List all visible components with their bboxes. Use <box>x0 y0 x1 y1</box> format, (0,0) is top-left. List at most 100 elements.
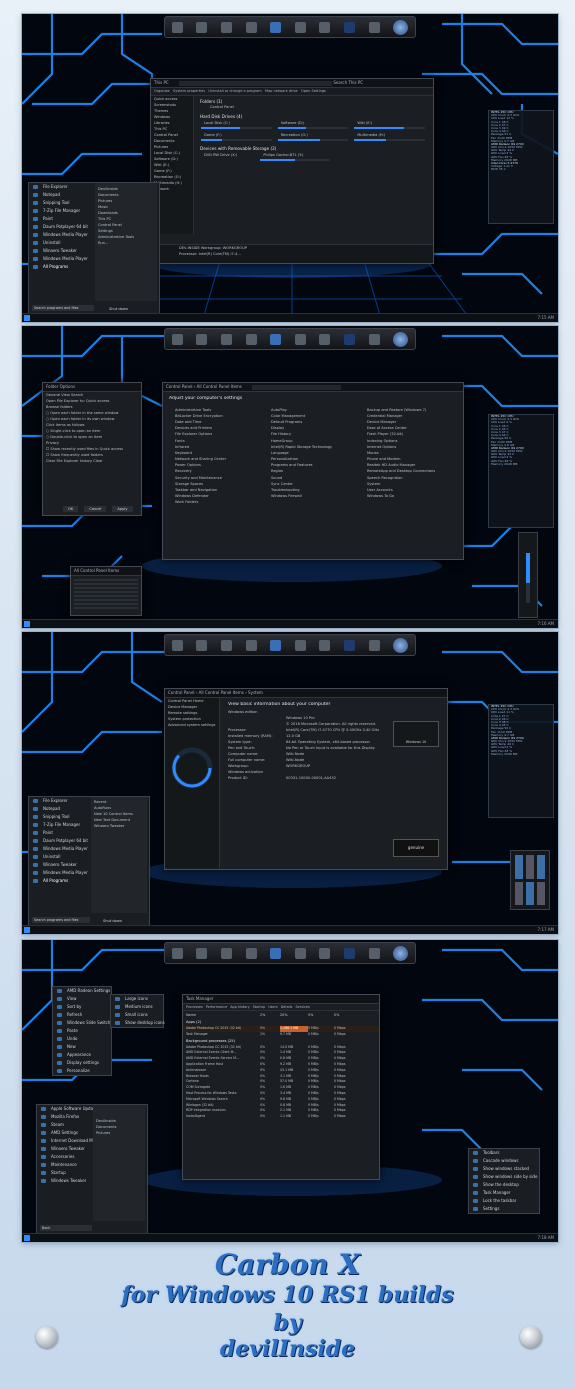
display-icon[interactable] <box>270 333 282 345</box>
program-item[interactable]: Apple Software Update <box>37 1105 97 1113</box>
col-cpu[interactable]: 2% <box>260 1013 280 1017</box>
recent-item[interactable]: New 10 Control Items <box>94 812 144 817</box>
cp-item[interactable]: Region <box>265 469 361 474</box>
start-item[interactable]: Windows Media Player <box>29 869 89 877</box>
context-item[interactable]: AMD Radeon Settings <box>53 987 111 995</box>
toolbar-uninstall[interactable]: Uninstall or change a program <box>208 89 261 93</box>
context-item[interactable]: Paste <box>53 1027 111 1035</box>
taskbar-menu-item[interactable]: Lock the taskbar <box>469 1197 539 1205</box>
shutdown-button[interactable]: Shut down <box>109 307 128 311</box>
start-icon[interactable] <box>24 621 30 627</box>
cp-item[interactable]: Language <box>265 451 361 456</box>
all-programs[interactable]: All Programs <box>29 877 89 885</box>
power-icon[interactable] <box>368 333 380 345</box>
nav-item[interactable]: Software (D:) <box>154 157 190 162</box>
col-network[interactable]: 0% <box>334 1013 360 1017</box>
right-item[interactable]: Settings <box>98 229 154 234</box>
apply-button[interactable]: Apply <box>112 506 133 512</box>
drive-tile[interactable]: Local Disk (C:) <box>201 120 272 130</box>
tray-icon[interactable] <box>515 881 523 905</box>
right-item[interactable]: Documents <box>98 193 154 198</box>
globe-icon[interactable] <box>294 333 306 345</box>
start-search[interactable]: Back <box>40 1225 92 1231</box>
start-item[interactable]: Notepad <box>29 191 93 199</box>
gear-icon[interactable] <box>245 947 257 959</box>
cp-item[interactable]: Devices and Printers <box>169 426 265 431</box>
col-name[interactable]: Name <box>186 1013 260 1017</box>
drive-tile[interactable]: Multimedia (H:) <box>354 132 425 142</box>
radio-option[interactable]: ○ Single-click to open an item <box>46 429 138 434</box>
cp-item[interactable]: Storage Spaces <box>169 482 265 487</box>
user-icon[interactable] <box>196 639 208 651</box>
cp-item[interactable]: Fonts <box>169 439 265 444</box>
right-item[interactable]: Music <box>98 205 154 210</box>
side-link[interactable]: Remote settings <box>168 711 216 716</box>
nav-item[interactable]: This PC <box>154 127 190 132</box>
start-item[interactable]: Snipping Tool <box>29 813 89 821</box>
view-option[interactable]: Medium icons <box>111 1003 163 1011</box>
cp-item[interactable]: System <box>361 482 457 487</box>
inkscape-icon[interactable] <box>319 639 331 651</box>
right-item[interactable]: Pictures <box>96 1131 142 1136</box>
cp-item[interactable]: Phone and Modem <box>361 457 457 462</box>
start-item[interactable]: Windows Media Player <box>29 255 93 263</box>
right-item[interactable]: Documents <box>96 1125 142 1130</box>
start-item[interactable]: 7-Zip File Manager <box>29 821 89 829</box>
cp-item[interactable]: Taskbar and Navigation <box>169 488 265 493</box>
start-item[interactable]: Winaero Tweaker <box>29 247 93 255</box>
cp-item[interactable]: Programs and Features <box>265 463 361 468</box>
user-icon[interactable] <box>196 333 208 345</box>
cp-item[interactable]: User Accounts <box>361 488 457 493</box>
view-option[interactable]: Show desktop icons <box>111 1019 165 1027</box>
start-icon[interactable] <box>24 315 30 321</box>
cp-item[interactable]: Internet Options <box>361 445 457 450</box>
cp-item[interactable]: Date and Time <box>169 420 265 425</box>
context-item[interactable]: Windows Slide Switcher <box>53 1019 115 1027</box>
drive-tile[interactable]: Software (D:) <box>277 120 349 130</box>
taskbar-menu-item[interactable]: Toolbars <box>469 1149 539 1157</box>
tray-icon[interactable] <box>515 855 523 879</box>
start-search[interactable]: Search programs and files <box>32 917 90 923</box>
display-icon[interactable] <box>270 21 282 33</box>
context-item[interactable]: View <box>53 995 111 1003</box>
checkbox-option[interactable]: ☐ Show frequently used folders <box>46 453 138 458</box>
side-link[interactable]: System protection <box>168 717 216 722</box>
program-item[interactable]: Mozilla Firefox <box>37 1113 91 1121</box>
all-programs[interactable]: All Programs <box>29 263 93 271</box>
start-item[interactable]: 7-Zip File Manager <box>29 207 93 215</box>
inkscape-icon[interactable] <box>319 947 331 959</box>
program-item[interactable]: Steam <box>37 1121 91 1129</box>
photoshop-icon[interactable] <box>343 639 355 651</box>
nav-item[interactable]: Recreation (G:) <box>154 175 190 180</box>
photoshop-icon[interactable] <box>343 333 355 345</box>
inkscape-icon[interactable] <box>319 333 331 345</box>
cp-item[interactable]: File History <box>265 432 361 437</box>
cp-item[interactable]: Work Folders <box>169 500 265 505</box>
view-option[interactable]: Small icons <box>111 1011 163 1019</box>
start-item[interactable]: Winaero Tweaker <box>29 861 89 869</box>
gear-icon[interactable] <box>245 333 257 345</box>
checkbox-option[interactable]: ☐ Show recently used files in Quick acce… <box>46 447 138 452</box>
cp-item[interactable]: Default Programs <box>265 420 361 425</box>
right-item[interactable]: Run... <box>98 241 154 246</box>
taskbar-menu-item[interactable]: Task Manager <box>469 1189 539 1197</box>
display-icon[interactable] <box>270 639 282 651</box>
search-box[interactable]: Search This PC <box>333 80 363 85</box>
toolbar-organize[interactable]: Organize <box>154 89 170 93</box>
side-link[interactable]: Device Manager <box>168 705 216 710</box>
nav-item[interactable]: Libraries <box>154 121 190 126</box>
start-item[interactable]: Paint <box>29 829 89 837</box>
tm-tab[interactable]: Startup <box>253 1005 266 1009</box>
taskbar-menu-item[interactable]: Show windows stacked <box>469 1165 539 1173</box>
program-item[interactable]: Maintenance <box>37 1161 91 1169</box>
cp-item[interactable]: Speech Recognition <box>361 476 457 481</box>
radio-option[interactable]: ○ Double-click to open an item <box>46 435 138 440</box>
view-option[interactable]: Large icons <box>111 995 163 1003</box>
right-item[interactable]: This PC <box>98 217 154 222</box>
toolbar-system-properties[interactable]: System properties <box>173 89 205 93</box>
col-memory[interactable]: 20% <box>280 1013 308 1017</box>
cp-item[interactable]: Sound <box>265 476 361 481</box>
inkscape-icon[interactable] <box>319 21 331 33</box>
gear-icon[interactable] <box>245 639 257 651</box>
dvd-drive[interactable]: DVD RW Drive (X:) <box>204 153 237 158</box>
